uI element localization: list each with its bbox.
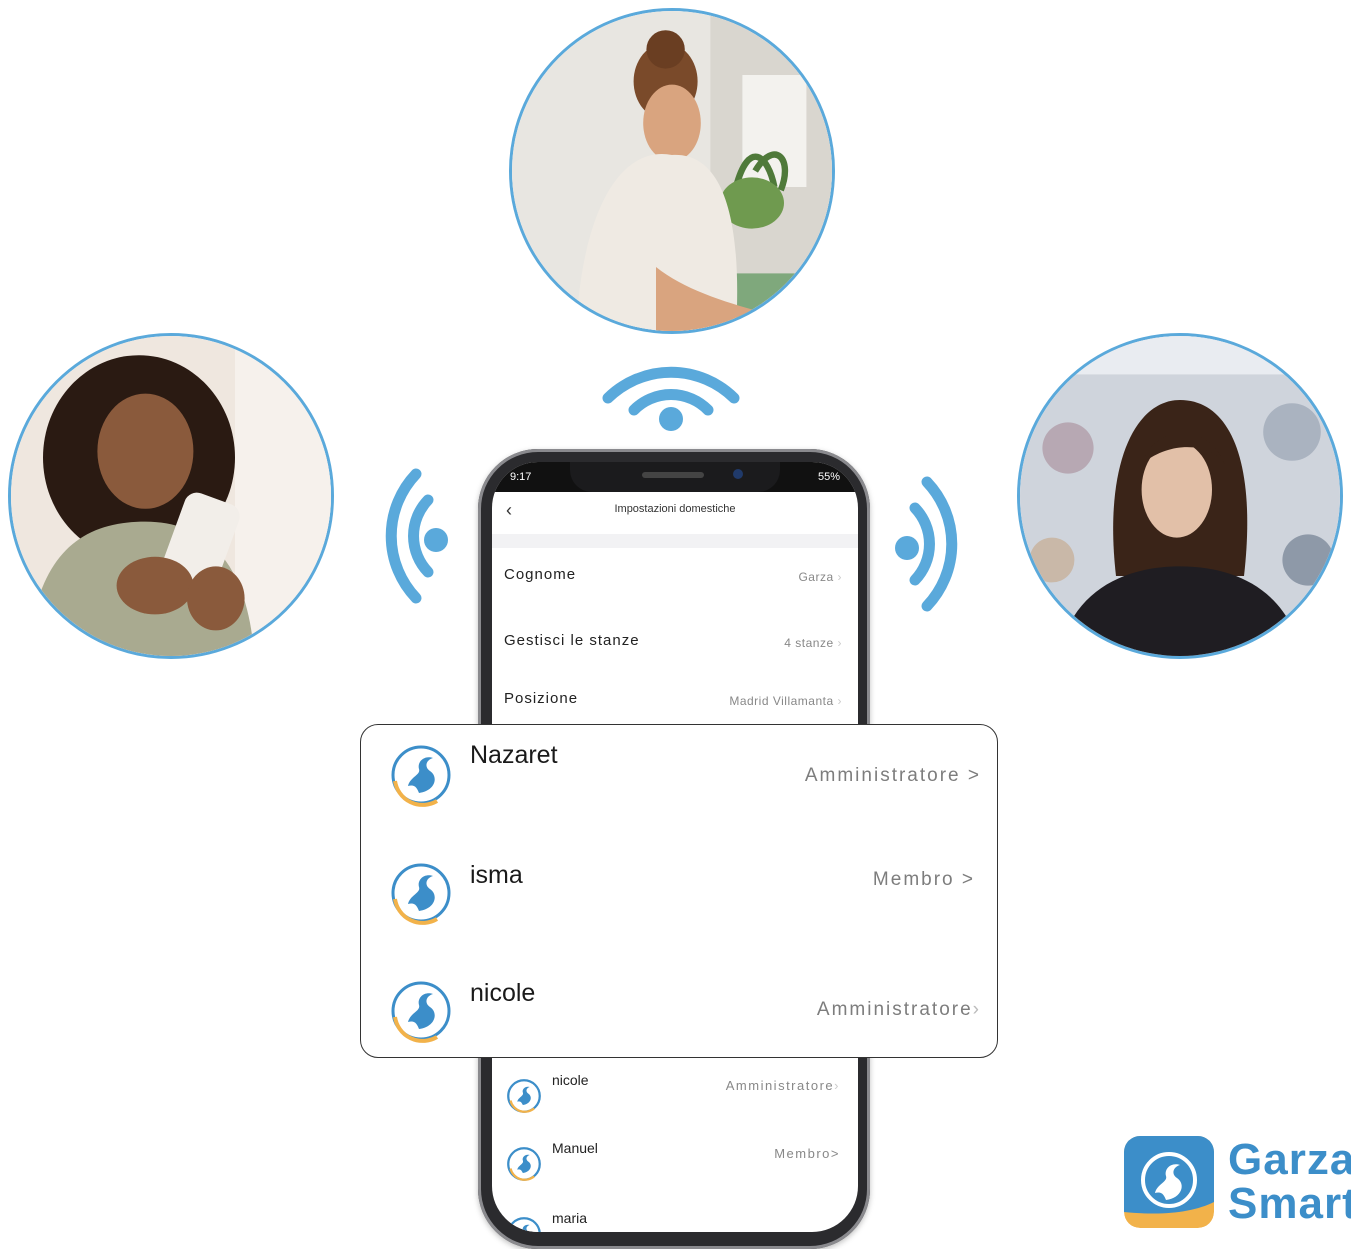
setting-value: 4 stanze › — [784, 636, 842, 650]
heron-avatar-icon — [391, 745, 451, 807]
member-name: isma — [470, 861, 523, 889]
setting-value: Garza › — [798, 570, 842, 584]
battery-level: 55% — [817, 471, 840, 483]
heron-avatar-icon — [507, 1079, 541, 1113]
members-card: Nazaret Amministratore > isma Membro > n… — [360, 724, 998, 1058]
brand-logo: Garza Smart — [1120, 1132, 1351, 1232]
section-divider — [492, 534, 858, 548]
photo-man-top — [509, 8, 835, 334]
chevron-right-icon: › — [837, 570, 842, 584]
member-card-row[interactable]: nicole Amministratore› — [361, 971, 999, 1081]
phone-notch — [570, 462, 780, 492]
chevron-right-icon: › — [837, 636, 842, 650]
member-name: nicole — [470, 979, 536, 1007]
setting-row-location[interactable]: Posizione Madrid Villamanta › — [504, 680, 848, 720]
heron-avatar-icon — [391, 981, 451, 1043]
member-role: Membro> — [774, 1146, 840, 1161]
wifi-icon — [602, 366, 740, 431]
member-role: Amministratore > — [804, 765, 981, 786]
photo-woman-left — [8, 333, 334, 659]
heron-avatar-icon — [507, 1147, 541, 1181]
member-row[interactable]: maria — [504, 1202, 848, 1232]
photo-woman-right — [1017, 333, 1343, 659]
chevron-right-icon: > — [830, 1146, 840, 1161]
screen-title: Impostazioni domestiche — [614, 503, 736, 515]
member-name: maria — [552, 1210, 588, 1226]
member-card-row[interactable]: Nazaret Amministratore > — [361, 735, 999, 845]
heron-avatar-icon — [507, 1217, 541, 1232]
chevron-right-icon: › — [972, 999, 981, 1020]
brand-name-line2: Smart — [1228, 1179, 1351, 1228]
garza-smart-logo-icon — [1124, 1136, 1214, 1228]
chevron-right-icon: > — [967, 765, 981, 786]
setting-label: Posizione — [504, 690, 579, 707]
heron-avatar-icon — [391, 863, 451, 925]
member-role: Amministratore› — [816, 999, 981, 1020]
wifi-icon — [385, 468, 448, 604]
chevron-right-icon: › — [837, 694, 842, 708]
member-row[interactable]: Manuel Membro> — [504, 1132, 848, 1192]
member-role: Membro > — [872, 869, 975, 890]
wifi-icon — [895, 476, 958, 612]
member-name: Nazaret — [470, 741, 558, 769]
member-name: Manuel — [552, 1140, 598, 1156]
member-card-row[interactable]: isma Membro > — [361, 853, 999, 963]
setting-row-rooms[interactable]: Gestisci le stanze 4 stanze › — [504, 622, 848, 662]
brand-name-line1: Garza — [1228, 1135, 1351, 1184]
setting-label: Gestisci le stanze — [504, 632, 640, 649]
setting-row-surname[interactable]: Cognome Garza › — [504, 556, 848, 596]
status-time: 9:17 — [510, 471, 532, 483]
setting-label: Cognome — [504, 566, 577, 583]
chevron-right-icon: > — [961, 869, 975, 890]
setting-value: Madrid Villamanta › — [729, 694, 842, 708]
